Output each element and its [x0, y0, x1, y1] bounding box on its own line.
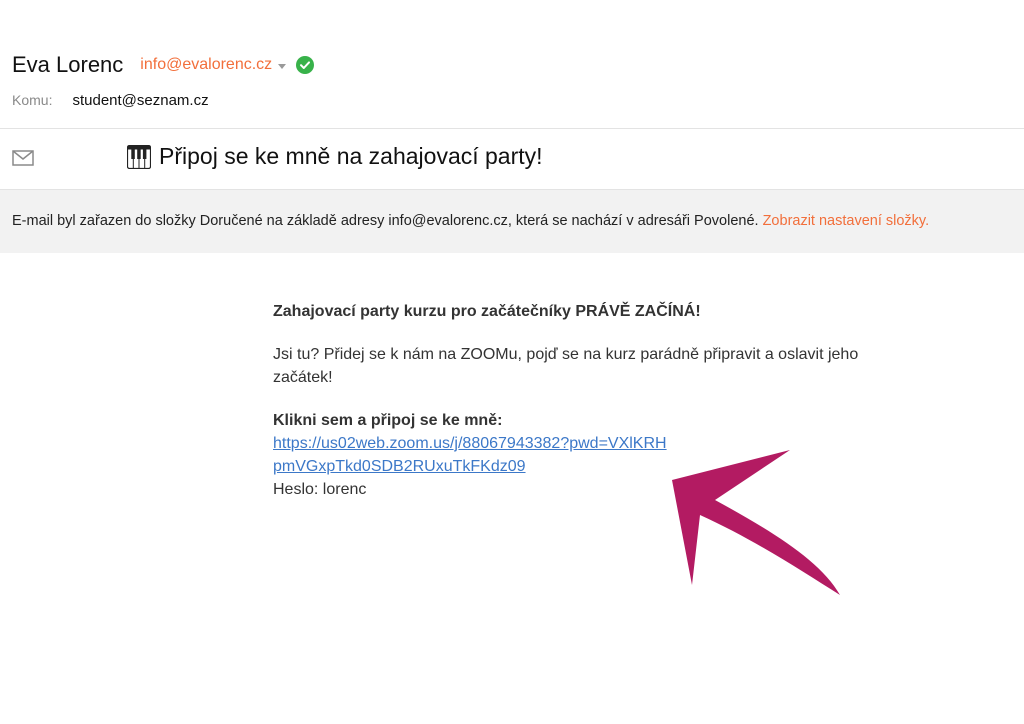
piano-icon [126, 144, 152, 169]
subject-text: Připoj se ke mně na zahajovací party! [159, 143, 543, 169]
notice-text: E-mail byl zařazen do složky Doručené na… [12, 213, 759, 229]
arrow-shape [672, 450, 840, 595]
message-paragraph: Jsi tu? Přidej se k nám na ZOOMu, pojď s… [273, 346, 859, 386]
chevron-down-icon[interactable] [278, 63, 287, 69]
sender-email[interactable]: info@evalorenc.cz [140, 56, 272, 74]
folder-notice: E-mail byl zařazen do složky Doručené na… [0, 189, 1024, 253]
message-cta: Klikni sem a připoj se ke mně: [273, 412, 503, 429]
sender-row: Eva Lorenc info@evalorenc.cz [12, 52, 315, 78]
sender-name: Eva Lorenc [12, 52, 124, 77]
message-heading: Zahajovací party kurzu pro začátečníky P… [273, 303, 701, 320]
notice-text-line: E-mail byl zařazen do složky Doručené na… [12, 213, 929, 229]
subject: Připoj se ke mně na zahajovací party! [126, 143, 543, 170]
arrow-annotation [672, 450, 840, 595]
zoom-link[interactable]: https://us02web.zoom.us/j/88067943382?pw… [273, 432, 673, 478]
subject-row: Připoj se ke mně na zahajovací party! [0, 129, 1024, 189]
envelope-icon[interactable] [12, 150, 34, 171]
to-label: Komu: [12, 92, 53, 108]
folder-settings-link[interactable]: Zobrazit nastavení složky. [763, 213, 930, 229]
recipient-row: Komu: student@seznam.cz [12, 92, 209, 109]
recipient-address[interactable]: student@seznam.cz [72, 92, 208, 109]
verified-check-icon [296, 56, 315, 74]
